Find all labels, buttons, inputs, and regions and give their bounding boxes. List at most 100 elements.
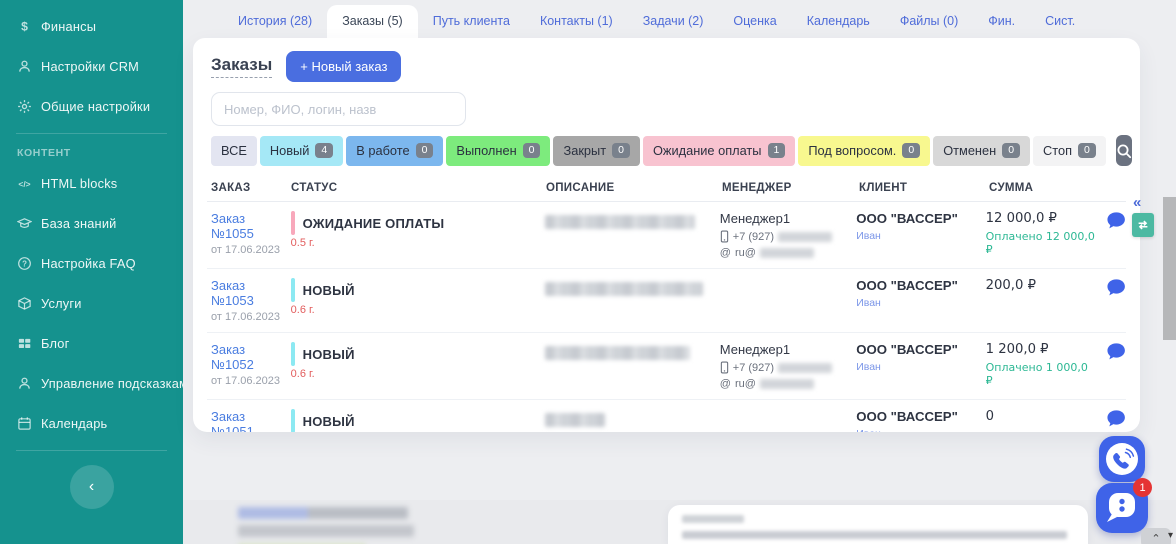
order-date: от 17.06.2023 [211,244,281,256]
client-contact[interactable]: Иван [856,428,985,432]
manager-email: ru@ [734,247,756,259]
status-filter-button[interactable]: Закрыт 0 [553,135,640,166]
tab[interactable]: Оценка [718,5,791,38]
sidebar-item-label: Финансы [41,18,97,34]
tab[interactable]: Заказы (5) [327,5,418,38]
manager-phone: +7 (927) [732,361,775,374]
status-age: 0.6 г. [290,368,315,380]
status-filter-count-badge: 0 [415,143,434,158]
sidebar-divider [16,133,167,134]
status-filter-button[interactable]: ВСЕ [211,135,257,166]
client-contact[interactable]: Иван [856,297,985,309]
chat-bot-button[interactable]: 1 [1096,478,1152,533]
client-name[interactable]: ООО "ВАССЕР" [856,342,985,357]
chat-bubble-icon[interactable] [1106,211,1126,230]
sidebar-item[interactable]: Настройки CRM [0,46,183,86]
sidebar-item[interactable]: Блог [0,323,183,363]
sidebar-item[interactable]: HTML blocks [0,163,183,203]
tab-label: Задачи (2) [642,14,704,28]
order-number-link[interactable]: Заказ №1052 [211,342,291,372]
tab[interactable]: Сист. [1030,5,1090,38]
sidebar-item-label: HTML blocks [41,175,118,191]
client-name[interactable]: ООО "ВАССЕР" [856,211,985,226]
order-amount: 0 [985,409,995,424]
status-color-bar [290,409,295,432]
sidebar-item[interactable]: Управление подсказками [0,363,183,403]
status-filter-label: В работе [356,143,410,158]
chat-bubble-icon[interactable] [1106,409,1126,428]
sidebar-collapse-button[interactable]: ‹ [69,465,114,509]
manager-name: Менеджер1 [719,342,791,357]
tab[interactable]: Календарь [792,5,885,38]
status-filter-button[interactable]: Стоп 0 [1033,135,1106,166]
tab-label: Путь клиента [432,14,510,28]
corner-caret-icon[interactable]: ▾ [1168,530,1173,541]
tab[interactable]: Путь клиента [418,5,525,38]
orders-table-body: Заказ №1055 от 17.06.2023 ОЖИДАНИЕ ОПЛАТ… [207,202,1126,432]
status-filter-count-badge: 0 [1002,143,1021,158]
email-blurred [759,248,814,258]
tab[interactable]: Фин. [973,5,1030,38]
sidebar-item[interactable]: Общие настройки [0,86,183,126]
tab-label: Фин. [988,14,1016,28]
order-number-link[interactable]: Заказ №1051 [211,409,291,432]
chat-bubble-icon[interactable] [1106,278,1126,297]
order-number-link[interactable]: Заказ №1053 [211,278,291,308]
sidebar-item[interactable]: Календарь [0,403,183,443]
sync-widget-button[interactable] [1132,213,1154,237]
client-name[interactable]: ООО "ВАССЕР" [856,278,985,293]
status-filter-button[interactable]: Под вопросом. 0 [798,135,931,166]
description-blurred [544,282,703,296]
status-filter-count-badge: 1 [767,143,786,158]
sidebar-item-label: Настройки CRM [41,58,140,74]
status-filter-count-badge: 0 [612,143,630,158]
sidebar-item-icon [17,216,32,231]
status-filter-button[interactable]: Новый 4 [259,135,344,166]
column-header-amount: СУММА [989,182,1034,194]
sidebar-item-icon [17,99,32,114]
tab[interactable]: Задачи (2) [628,5,719,38]
client-contact[interactable]: Иван [856,230,985,242]
chat-bubble-icon[interactable] [1106,342,1126,361]
status-label: НОВЫЙ [302,413,355,429]
blurred-card [668,505,1088,544]
order-row: Заказ №1052 от 17.06.2023 НОВЫЙ 0.6 г. М… [207,333,1126,400]
chevron-left-icon: ‹ [88,478,95,495]
sidebar-item-icon [17,256,32,271]
client-name[interactable]: ООО "ВАССЕР" [856,409,985,424]
client-contact[interactable]: Иван [856,361,985,373]
sidebar-item[interactable]: Настройка FAQ [0,243,183,283]
apply-search-button[interactable] [1115,135,1132,166]
sidebar-item[interactable]: Финансы [0,6,183,46]
call-widget-button[interactable] [1099,436,1145,482]
notification-badge: 1 [1133,478,1152,497]
status-filter-count-badge: 4 [315,143,334,158]
description-blurred [544,346,690,360]
status-filter-button[interactable]: Выполнен 0 [446,135,551,166]
sidebar-item-label: Календарь [41,415,108,431]
status-filter-button[interactable]: Отменен 0 [933,135,1031,166]
sidebar-item-label: Общие настройки [41,98,151,114]
sidebar-item[interactable]: База знаний [0,203,183,243]
status-filter-label: ВСЕ [221,143,247,158]
order-number-link[interactable]: Заказ №1055 [211,211,291,241]
order-amount: 12 000,0 ₽ [985,211,1057,226]
scroll-to-top-button[interactable]: ⌃ [1141,528,1171,544]
column-header-client: КЛИЕНТ [859,182,908,194]
status-filter-label: Выполнен [456,143,517,158]
orders-search-input[interactable] [211,92,466,126]
status-filter-button[interactable]: Ожидание оплаты 1 [642,135,796,166]
sidebar-item[interactable]: Услуги [0,283,183,323]
panel-collapse-chevrons[interactable]: « [1133,194,1141,211]
status-filter-label: Ожидание оплаты [652,143,762,158]
vertical-scrollbar[interactable] [1163,197,1176,340]
tab[interactable]: Контакты (1) [525,5,628,38]
tab-label: Контакты (1) [539,14,613,28]
page-title[interactable]: Заказы [211,55,273,78]
tab[interactable]: История (28) [223,5,327,38]
manager-cell: Менеджер1 +7 (927) @ ru@ [720,342,856,390]
tab[interactable]: Файлы (0) [885,5,973,38]
new-order-button[interactable]: + Новый заказ [286,51,402,82]
mobile-phone-icon [720,230,729,243]
status-filter-button[interactable]: В работе 0 [346,135,444,166]
